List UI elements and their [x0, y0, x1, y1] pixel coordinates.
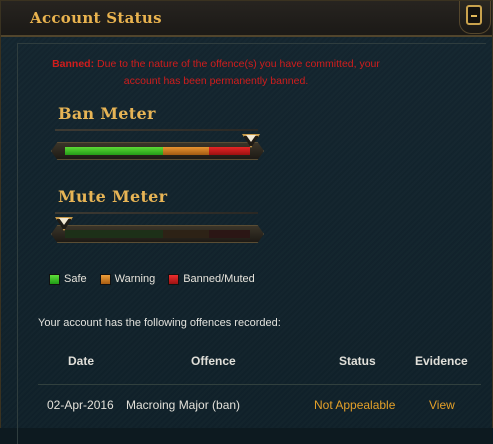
- warning-swatch: [99, 273, 111, 285]
- banned-swatch: [168, 273, 180, 285]
- account-status-panel: Account Status Banned: Due to the nature…: [0, 0, 493, 444]
- legend-item-safe: Safe: [49, 273, 87, 285]
- ban-meter-track: [51, 142, 264, 160]
- mute-meter-bar: [65, 230, 250, 238]
- collapse-button[interactable]: [459, 1, 491, 34]
- ban-meter-warning-segment: [163, 147, 210, 155]
- view-evidence-link[interactable]: View: [429, 398, 455, 412]
- ban-meter-rule: [55, 129, 258, 131]
- ban-meter-safe-segment: [65, 147, 164, 155]
- legend-item-banned-muted: Banned/Muted: [168, 273, 255, 285]
- ban-meter-bar: [65, 147, 250, 155]
- legend-label-warning: Warning: [114, 273, 156, 285]
- legend-item-warning: Warning: [99, 273, 156, 285]
- mute-meter-title: Mute Meter: [58, 187, 168, 206]
- legend-label-banned-muted: Banned/Muted: [183, 273, 255, 285]
- offences-intro: Your account has the following offences …: [38, 317, 281, 329]
- legend-label-safe: Safe: [64, 273, 87, 285]
- offence-name: Macroing Major (ban): [126, 398, 241, 412]
- table-divider: [38, 384, 481, 385]
- ban-meter-banned-segment: [209, 147, 250, 155]
- mute-meter-rule: [55, 212, 258, 214]
- banned-label: Banned:: [52, 58, 95, 70]
- mute-meter-track: [51, 225, 264, 243]
- minus-icon: [466, 5, 482, 25]
- offence-status: Not Appealable: [314, 398, 396, 412]
- safe-swatch: [49, 273, 60, 285]
- title-bar: Account Status: [1, 1, 492, 37]
- ban-meter-title: Ban Meter: [58, 104, 156, 123]
- mute-meter-banned-segment: [209, 230, 250, 238]
- panel-title: Account Status: [30, 9, 162, 27]
- column-header-evidence: Evidence: [415, 354, 468, 368]
- meter-legend: Safe Warning Banned/Muted: [49, 273, 268, 285]
- column-header-status: Status: [339, 354, 376, 368]
- column-header-offence: Offence: [191, 354, 236, 368]
- column-header-date: Date: [68, 354, 95, 368]
- mute-meter-safe-segment: [65, 230, 164, 238]
- banned-message: Banned: Due to the nature of the offence…: [41, 56, 391, 90]
- mute-meter-warning-segment: [163, 230, 210, 238]
- offence-date: 02-Apr-2016: [47, 398, 114, 412]
- banned-text: Due to the nature of the offence(s) you …: [97, 58, 380, 87]
